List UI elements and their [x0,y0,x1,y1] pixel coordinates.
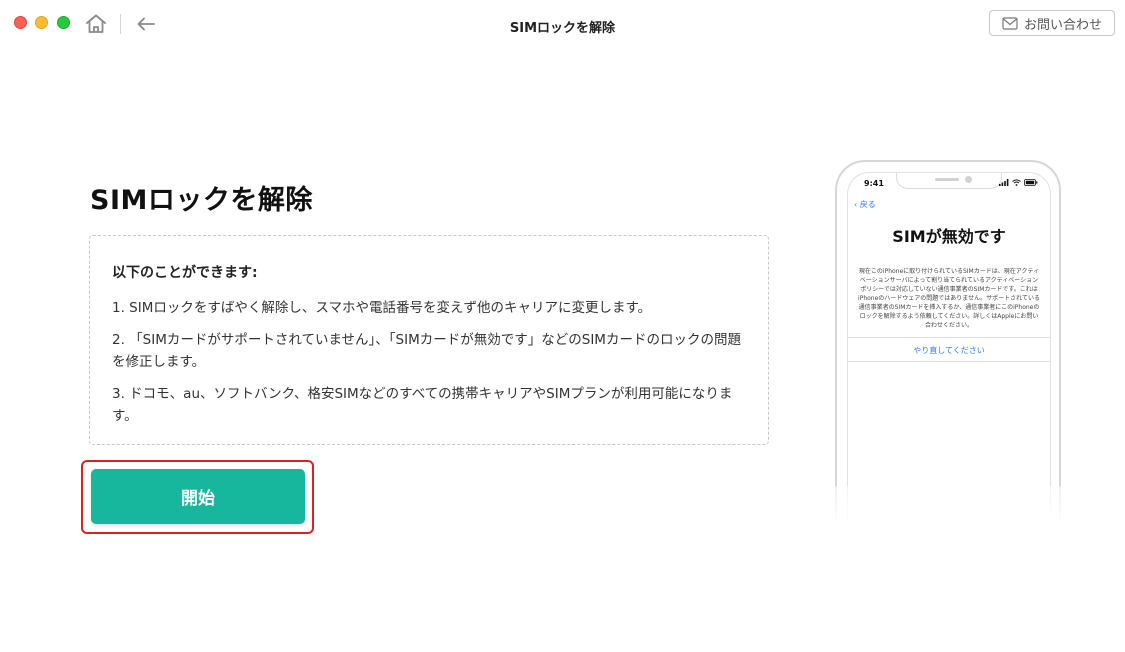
feature-item-3: 3. ドコモ、au、ソフトバンク、格安SIMなどのすべての携帯キャリアやSIMプ… [112,386,733,424]
phone-message: 現在このiPhoneに取り付けられているSIMカードは、現在アクティベーションサ… [858,268,1040,329]
phone-heading: SIMが無効です [892,227,1006,246]
battery-icon [1024,179,1038,186]
phone-fade-overlay [818,486,1076,526]
features-heading: 以下のことができます: [112,265,258,281]
contact-us-button[interactable]: お問い合わせ [989,10,1115,36]
phone-illustration: 9:41 ‹ 戻る SIMが無効です 現在このiPhoneに取り付けられているS… [835,160,1061,523]
phone-status-icons [999,179,1038,186]
feature-item-1: 1. SIMロックをすばやく解除し、スマホや電話番号を変えず他のキャリアに変更し… [112,300,652,316]
signal-icon [999,179,1009,186]
phone-retry-link: やり直してください [913,346,985,355]
phone-notch [896,173,1002,189]
features-box: 以下のことができます: 1. SIMロックをすばやく解除し、スマホや電話番号を変… [89,235,769,445]
phone-status-time: 9:41 [864,179,884,188]
phone-divider-top [848,337,1050,338]
wifi-icon [1012,179,1021,186]
chevron-left-icon: ‹ [854,200,858,209]
phone-divider-bottom [848,361,1050,362]
phone-speaker [935,178,959,181]
feature-item-2: 2. 「SIMカードがサポートされていません」、「SIMカードが無効です」などの… [112,332,741,370]
phone-screen: 9:41 ‹ 戻る SIMが無効です 現在このiPhoneに取り付けられているS… [847,172,1051,523]
phone-back-label: 戻る [859,200,876,209]
contact-us-label: お問い合わせ [1023,17,1102,33]
title-bar: SIMロックを解除 お問い合わせ [0,0,1125,48]
page-title: SIMロックを解除 [90,185,313,216]
phone-back-link: ‹ 戻る [854,199,876,210]
window-title: SIMロックを解除 [509,21,616,36]
mail-icon [1002,16,1018,30]
phone-camera [965,176,972,183]
app-window: SIMロックを解除 お問い合わせ SIMロックを解除 以下のことができます: 1… [0,0,1125,652]
start-button[interactable]: 開始 [91,469,305,524]
